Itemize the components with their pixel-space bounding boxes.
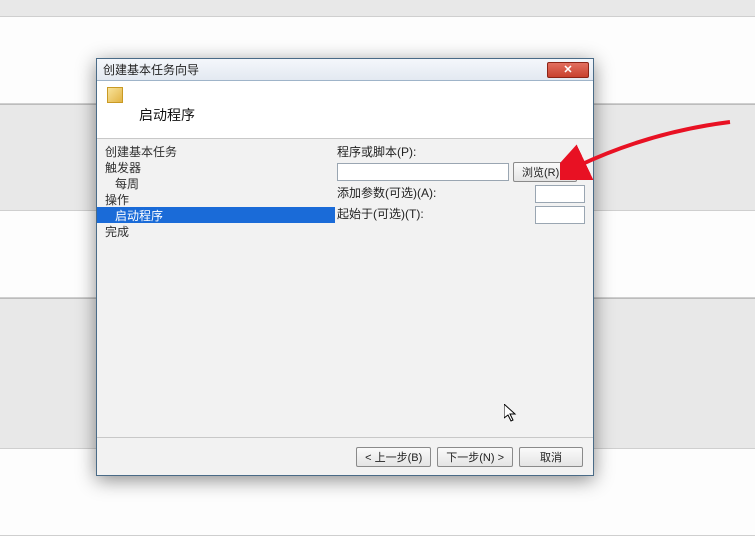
- sidebar-item-label: 触发器: [105, 161, 141, 175]
- browse-button-label: 浏览(R)...: [522, 164, 568, 180]
- arguments-input[interactable]: [535, 185, 585, 203]
- page-title: 启动程序: [139, 105, 195, 125]
- sidebar-item-label: 每周: [115, 177, 139, 191]
- wizard-footer: < 上一步(B) 下一步(N) > 取消: [97, 437, 593, 475]
- sidebar-item-label: 启动程序: [115, 209, 163, 223]
- wizard-body: 创建基本任务 触发器 每周 操作 启动程序 完成 程序或脚本(P): 浏览(R)…: [97, 139, 593, 437]
- titlebar: 创建基本任务向导 ✕: [97, 59, 593, 81]
- sidebar-item-start-program[interactable]: 启动程序: [97, 207, 335, 223]
- back-button-label: < 上一步(B): [365, 449, 422, 465]
- program-label: 程序或脚本(P):: [337, 143, 585, 160]
- sidebar-item-label: 完成: [105, 225, 129, 239]
- create-basic-task-wizard-dialog: 创建基本任务向导 ✕ 启动程序 创建基本任务 触发器 每周 操作 启动程序 完成…: [96, 58, 594, 476]
- next-button-label: 下一步(N) >: [446, 449, 504, 465]
- wizard-header: 启动程序: [97, 81, 593, 139]
- sidebar-item-label: 操作: [105, 193, 129, 207]
- next-button[interactable]: 下一步(N) >: [437, 447, 513, 467]
- sidebar-item-weekly[interactable]: 每周: [97, 175, 335, 191]
- program-input[interactable]: [337, 163, 509, 181]
- window-title: 创建基本任务向导: [103, 61, 547, 78]
- sidebar-item-action[interactable]: 操作: [97, 191, 335, 207]
- browse-button[interactable]: 浏览(R)...: [513, 162, 577, 182]
- wizard-content: 程序或脚本(P): 浏览(R)... 添加参数(可选)(A): 起始于(可选)(…: [335, 139, 593, 437]
- cancel-button-label: 取消: [540, 449, 562, 465]
- arguments-label: 添加参数(可选)(A):: [337, 184, 436, 201]
- start-in-input[interactable]: [535, 206, 585, 224]
- sidebar-item-label: 创建基本任务: [105, 145, 177, 159]
- sidebar-item-trigger[interactable]: 触发器: [97, 159, 335, 175]
- sidebar-item-create-task[interactable]: 创建基本任务: [97, 143, 335, 159]
- wizard-steps-sidebar: 创建基本任务 触发器 每周 操作 启动程序 完成: [97, 139, 335, 437]
- cancel-button[interactable]: 取消: [519, 447, 583, 467]
- close-icon: ✕: [563, 63, 572, 76]
- close-button[interactable]: ✕: [547, 62, 589, 78]
- start-in-label: 起始于(可选)(T):: [337, 205, 424, 222]
- back-button[interactable]: < 上一步(B): [356, 447, 431, 467]
- wizard-icon: [107, 87, 123, 103]
- sidebar-item-finish[interactable]: 完成: [97, 223, 335, 239]
